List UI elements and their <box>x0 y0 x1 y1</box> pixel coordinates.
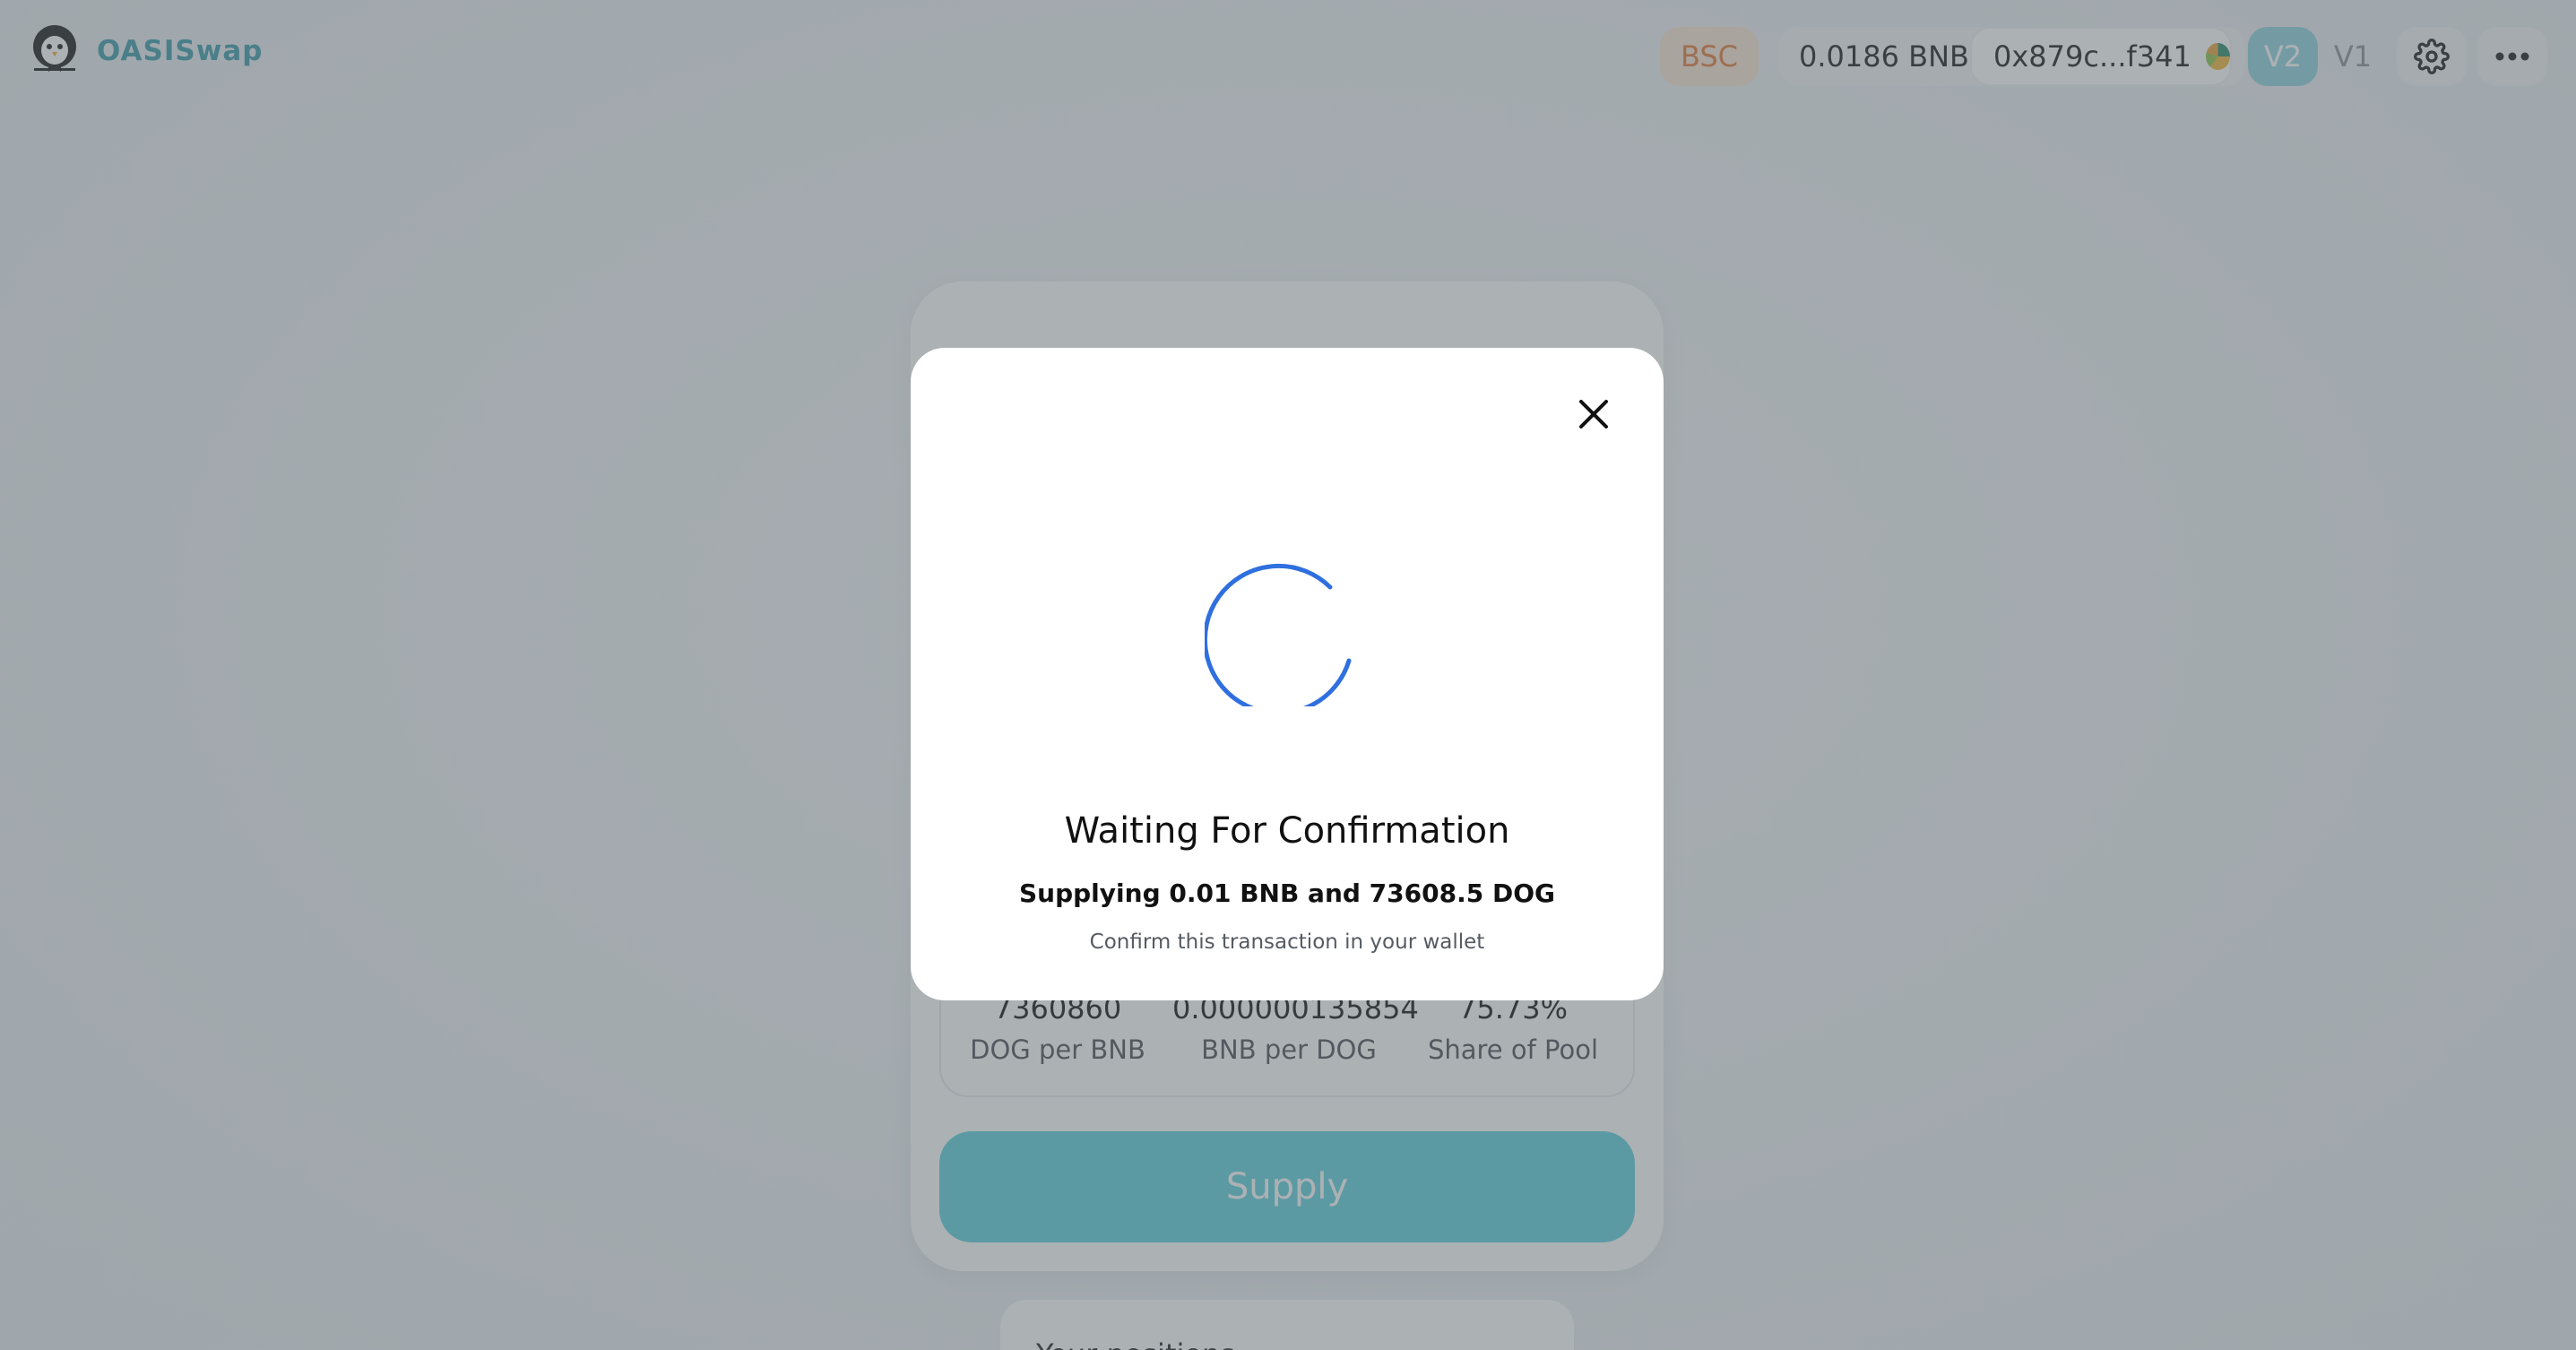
confirmation-modal: Waiting For Confirmation Supplying 0.01 … <box>911 348 1664 1000</box>
close-icon <box>1579 400 1608 428</box>
modal-title: Waiting For Confirmation <box>1064 810 1510 852</box>
close-button[interactable] <box>1574 394 1613 434</box>
loading-spinner-icon <box>1205 564 1352 706</box>
modal-subtitle: Supplying 0.01 BNB and 73608.5 DOG <box>1019 878 1555 908</box>
modal-hint: Confirm this transaction in your wallet <box>1089 930 1485 954</box>
